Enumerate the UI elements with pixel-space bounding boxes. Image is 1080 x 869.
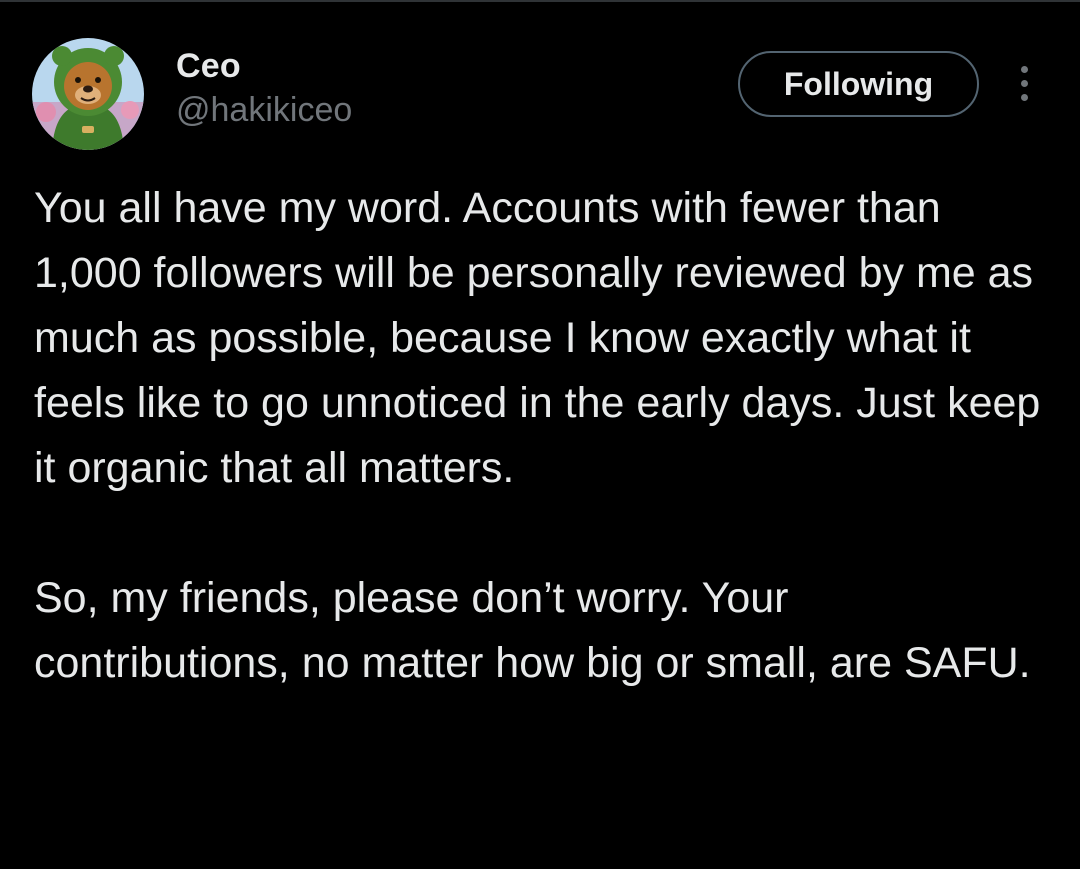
more-dot bbox=[1020, 93, 1028, 101]
author-handle[interactable]: @hakikiceo bbox=[176, 90, 352, 130]
more-dot bbox=[1020, 79, 1028, 87]
following-button[interactable]: Following bbox=[738, 51, 979, 117]
more-options-icon[interactable] bbox=[1006, 58, 1042, 108]
tweet-paragraph: You all have my word. Accounts with fewe… bbox=[34, 184, 1041, 492]
author-display-name[interactable]: Ceo bbox=[176, 46, 352, 86]
avatar[interactable] bbox=[32, 38, 144, 150]
bear-avatar-icon bbox=[32, 38, 144, 150]
tweet-paragraph: So, my friends, please don’t worry. Your… bbox=[34, 574, 1031, 687]
tweet-text: You all have my word. Accounts with fewe… bbox=[34, 176, 1044, 696]
author-names: Ceo @hakikiceo bbox=[176, 46, 352, 130]
more-dot bbox=[1020, 65, 1028, 73]
tweet-header: Ceo @hakikiceo Following bbox=[0, 0, 1080, 160]
